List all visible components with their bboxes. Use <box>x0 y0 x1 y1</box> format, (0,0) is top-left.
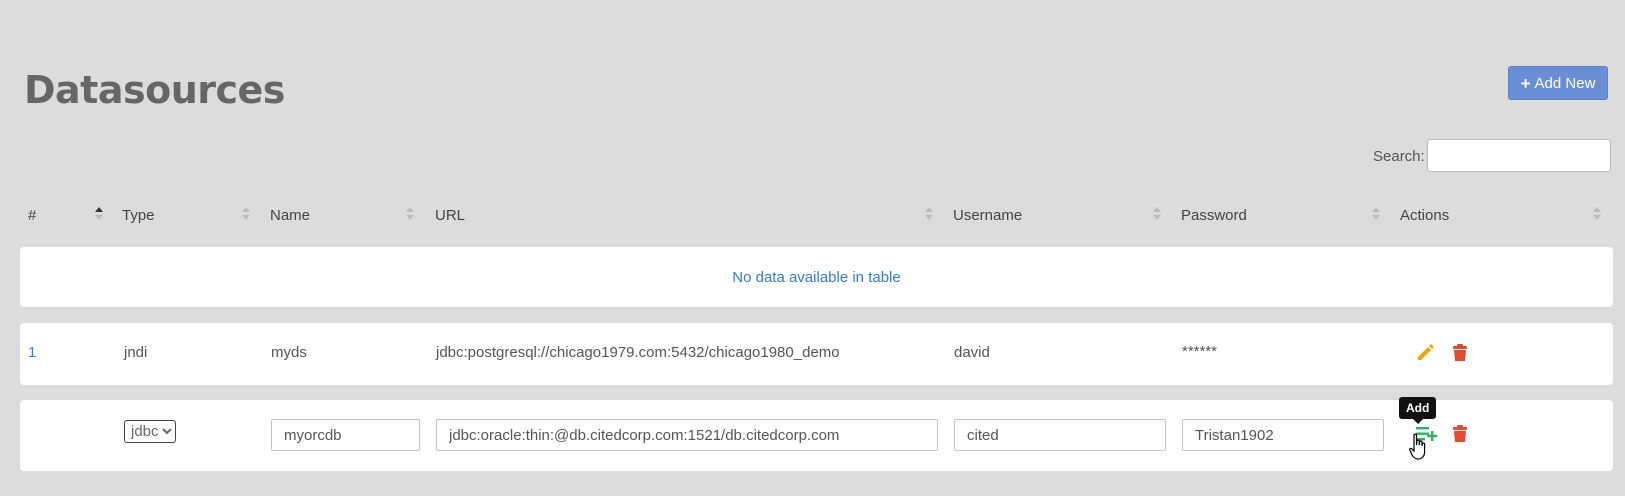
column-header-username[interactable]: Username <box>953 207 1022 224</box>
page-title: Datasources <box>24 68 285 112</box>
plus-icon: + <box>1520 73 1531 93</box>
trash-icon[interactable] <box>1450 343 1470 363</box>
table-empty-row: No data available in table <box>20 247 1613 307</box>
row-type: jndi <box>124 344 148 361</box>
row-url: jdbc:postgresql://chicago1979.com:5432/c… <box>436 344 840 361</box>
row-name: myds <box>271 344 307 361</box>
add-new-label: Add New <box>1534 74 1596 92</box>
pencil-icon[interactable] <box>1415 343 1435 363</box>
row-username: david <box>954 344 990 361</box>
row-password: ****** <box>1182 343 1218 360</box>
type-select[interactable]: jdbc <box>124 420 176 443</box>
trash-icon[interactable] <box>1450 424 1470 444</box>
row-id[interactable]: 1 <box>28 344 36 361</box>
column-header-id[interactable]: # <box>28 207 36 224</box>
sort-icon[interactable] <box>1153 205 1161 223</box>
username-input[interactable] <box>954 419 1166 451</box>
url-input[interactable] <box>436 419 938 451</box>
sort-icon[interactable] <box>242 205 250 223</box>
table-row: 1 jndi myds jdbc:postgresql://chicago197… <box>20 323 1613 385</box>
sort-icon[interactable] <box>406 205 414 223</box>
column-header-url[interactable]: URL <box>435 207 465 224</box>
hand-cursor-icon <box>1409 433 1429 461</box>
column-header-name[interactable]: Name <box>270 207 310 224</box>
empty-message: No data available in table <box>732 269 901 286</box>
sort-asc-icon[interactable] <box>95 205 103 223</box>
search-input[interactable] <box>1427 139 1611 172</box>
column-header-type[interactable]: Type <box>122 207 155 224</box>
sort-icon[interactable] <box>925 205 933 223</box>
name-input[interactable] <box>271 419 420 451</box>
password-input[interactable] <box>1182 419 1384 451</box>
add-tooltip: Add <box>1399 397 1437 424</box>
sort-icon[interactable] <box>1372 205 1380 223</box>
column-header-password[interactable]: Password <box>1181 207 1247 224</box>
add-new-button[interactable]: + Add New <box>1508 66 1608 100</box>
column-header-actions[interactable]: Actions <box>1400 207 1449 224</box>
search-label: Search: <box>1373 148 1425 165</box>
new-datasource-row: jdbc <box>20 400 1613 471</box>
sort-icon[interactable] <box>1593 205 1601 223</box>
